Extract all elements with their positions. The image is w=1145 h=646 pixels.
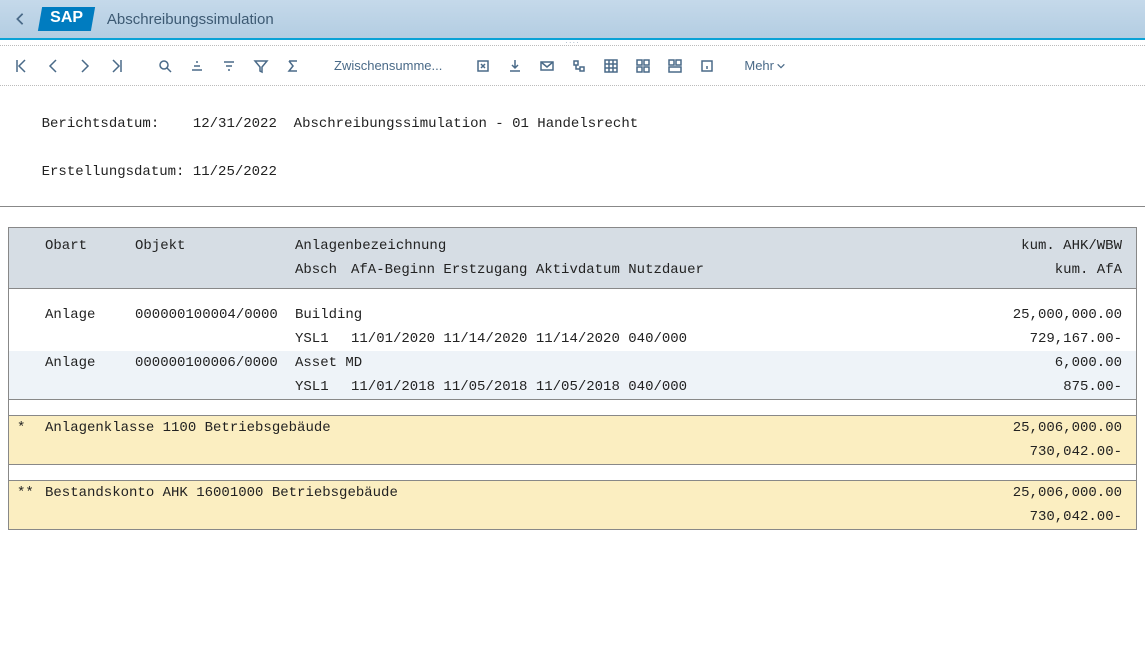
info-icon[interactable]	[696, 55, 718, 77]
report-date-value: 12/31/2022	[193, 116, 277, 132]
download-icon[interactable]	[504, 55, 526, 77]
layout-icon[interactable]	[632, 55, 654, 77]
col-desc: Anlagenbezeichnung	[295, 238, 976, 254]
search-icon[interactable]	[154, 55, 176, 77]
filter-icon[interactable]	[250, 55, 272, 77]
more-label: Mehr	[744, 58, 774, 73]
subtotal-button[interactable]: Zwischensumme...	[330, 58, 446, 73]
export-icon[interactable]	[472, 55, 494, 77]
next-page-button[interactable]	[74, 55, 96, 77]
hierarchy-icon[interactable]	[568, 55, 590, 77]
more-button[interactable]: Mehr	[744, 58, 786, 73]
back-button[interactable]	[8, 7, 32, 31]
report-title: Abschreibungssimulation - 01 Handelsrech…	[294, 116, 638, 132]
col-obart: Obart	[45, 238, 135, 254]
prev-page-button[interactable]	[42, 55, 64, 77]
creation-date-value: 11/25/2022	[193, 164, 277, 180]
col-val2: kum. AfA	[976, 262, 1136, 278]
table-header: Obart Objekt Anlagenbezeichnung kum. AHK…	[9, 228, 1136, 289]
last-page-button[interactable]	[106, 55, 128, 77]
table-row[interactable]: Anlage 000000100004/0000 Building 25,000…	[9, 303, 1136, 327]
creation-date-label: Erstellungsdatum:	[42, 164, 185, 180]
table-row[interactable]: YSL111/01/2018 11/05/2018 11/05/2018 040…	[9, 375, 1136, 399]
report-date-label: Berichtsdatum:	[42, 116, 193, 132]
layout-save-icon[interactable]	[664, 55, 686, 77]
grid-icon[interactable]	[600, 55, 622, 77]
sum-icon[interactable]	[282, 55, 304, 77]
sort-desc-icon[interactable]	[218, 55, 240, 77]
table-row[interactable]: YSL111/01/2020 11/14/2020 11/14/2020 040…	[9, 327, 1136, 351]
page-title: Abschreibungssimulation	[107, 11, 274, 28]
report-header: Berichtsdatum: 12/31/2022 Abschreibungss…	[0, 86, 1145, 207]
mail-icon[interactable]	[536, 55, 558, 77]
title-bar: SAP Abschreibungssimulation	[0, 0, 1145, 40]
col-objekt: Objekt	[135, 238, 295, 254]
summary-row[interactable]: ** Bestandskonto AHK 16001000 Betriebsge…	[9, 480, 1136, 529]
table-row[interactable]: Anlage 000000100006/0000 Asset MD 6,000.…	[9, 351, 1136, 375]
sort-asc-icon[interactable]	[186, 55, 208, 77]
sap-logo: SAP	[38, 7, 95, 31]
toolbar: Zwischensumme... Mehr	[0, 46, 1145, 86]
report-table: Obart Objekt Anlagenbezeichnung kum. AHK…	[8, 227, 1137, 530]
summary-row[interactable]: * Anlagenklasse 1100 Betriebsgebäude 25,…	[9, 415, 1136, 464]
col-subheaders: AbschAfA-Beginn Erstzugang Aktivdatum Nu…	[295, 262, 976, 278]
first-page-button[interactable]	[10, 55, 32, 77]
col-val1: kum. AHK/WBW	[976, 238, 1136, 254]
